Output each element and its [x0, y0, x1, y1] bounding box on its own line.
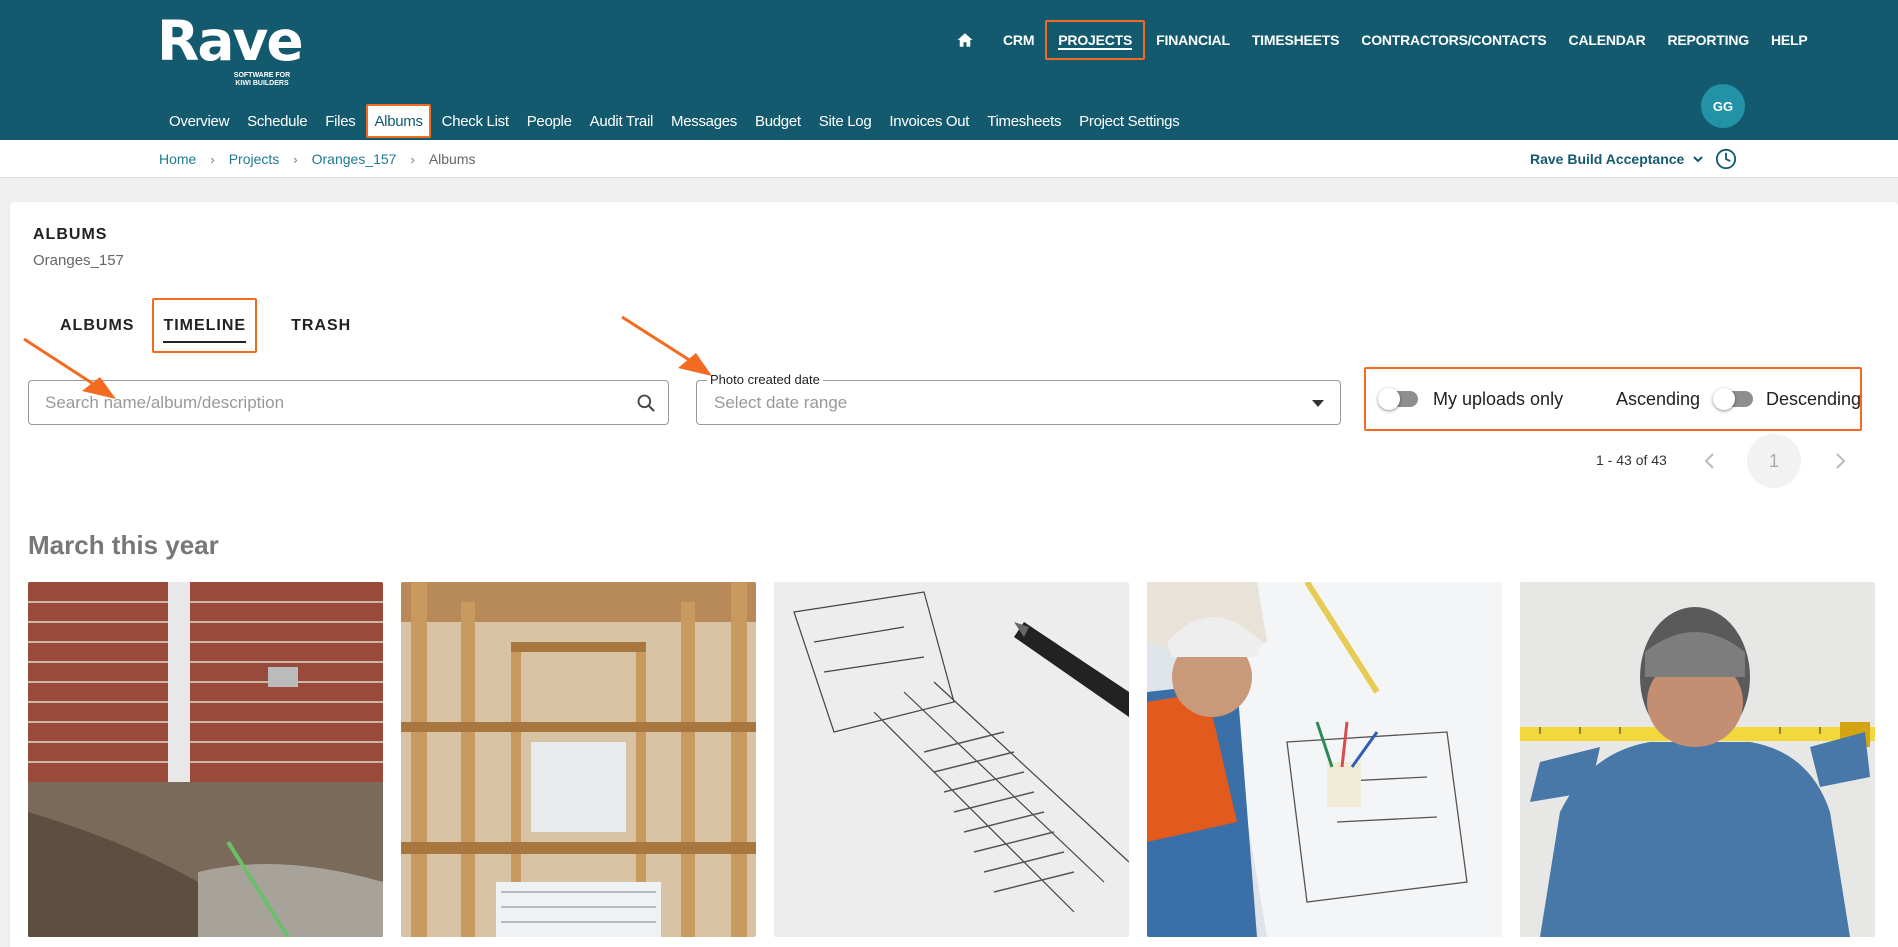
prev-page-icon[interactable]: [1695, 446, 1725, 476]
albums-card: ALBUMS Oranges_157 ALBUMS TIMELINE TRASH…: [10, 202, 1898, 947]
timeline-section-title: March this year: [28, 530, 219, 560]
subnav-invoices-out[interactable]: Invoices Out: [880, 104, 978, 138]
subnav-people[interactable]: People: [518, 104, 581, 138]
toggle-knob: [1378, 388, 1400, 410]
photo-blueprint[interactable]: [774, 582, 1129, 937]
chevron-down-icon: [1693, 156, 1704, 163]
breadcrumb-separator: ›: [410, 151, 415, 167]
breadcrumb-separator: ›: [293, 151, 298, 167]
page-title: ALBUMS: [33, 226, 108, 243]
breadcrumb-project[interactable]: Oranges_157: [312, 151, 397, 167]
photo-brick-wall[interactable]: [28, 582, 383, 937]
breadcrumb: Home › Projects › Oranges_157 › Albums: [159, 140, 476, 178]
next-page-icon[interactable]: [1825, 446, 1855, 476]
toggle-knob: [1713, 388, 1735, 410]
logo-tagline: SOFTWARE FOR KIWI BUILDERS: [233, 72, 291, 87]
photo-tape-measure[interactable]: [1520, 582, 1875, 937]
company-selector-label: Rave Build Acceptance: [1530, 151, 1685, 167]
nav-contractors-contacts[interactable]: CONTRACTORS/CONTACTS: [1350, 20, 1557, 60]
home-icon[interactable]: [950, 20, 980, 60]
descending-label: Descending: [1766, 389, 1862, 409]
my-uploads-label: My uploads only: [1433, 389, 1564, 409]
nav-financial[interactable]: FINANCIAL: [1145, 20, 1241, 60]
nav-calendar[interactable]: CALENDAR: [1558, 20, 1657, 60]
company-selector[interactable]: Rave Build Acceptance: [1530, 140, 1704, 178]
nav-timesheets[interactable]: TIMESHEETS: [1241, 20, 1350, 60]
breadcrumb-current: Albums: [428, 151, 476, 167]
clock-icon[interactable]: [1715, 148, 1737, 170]
subnav-audit-trail[interactable]: Audit Trail: [581, 104, 662, 138]
breadcrumb-separator: ›: [210, 151, 215, 167]
search-box: [28, 380, 669, 425]
tab-timeline[interactable]: TIMELINE: [152, 298, 258, 353]
breadcrumb-bar: Home › Projects › Oranges_157 › Albums R…: [0, 140, 1898, 178]
results-count: 1 - 43 of 43: [1596, 452, 1667, 468]
user-avatar[interactable]: GG: [1701, 84, 1745, 128]
photo-workers-plans[interactable]: [1147, 582, 1502, 937]
logo-wordmark: Rave: [157, 9, 304, 73]
subnav-check-list[interactable]: Check List: [433, 104, 518, 138]
top-header: Rave SOFTWARE FOR KIWI BUILDERS CRM PROJ…: [0, 0, 1898, 140]
subnav-project-settings[interactable]: Project Settings: [1070, 104, 1188, 138]
project-sub-navigation: Overview Schedule Files Albums Check Lis…: [160, 104, 1188, 138]
subnav-messages[interactable]: Messages: [662, 104, 746, 138]
ascending-label: Ascending: [1616, 389, 1701, 409]
page-subtitle: Oranges_157: [33, 252, 124, 269]
date-range-placeholder: Select date range: [714, 393, 848, 412]
rave-logo[interactable]: Rave SOFTWARE FOR KIWI BUILDERS: [157, 9, 304, 87]
nav-projects[interactable]: PROJECTS: [1045, 20, 1146, 60]
tab-trash[interactable]: TRASH: [273, 298, 369, 353]
annotation-arrow-search: [23, 337, 116, 399]
annotation-arrow-date: [621, 315, 712, 376]
search-input[interactable]: [45, 381, 625, 424]
subnav-overview[interactable]: Overview: [160, 104, 238, 138]
date-range-select[interactable]: Photo created date Select date range: [696, 372, 1341, 425]
dropdown-caret-icon: [1312, 400, 1324, 407]
subnav-files[interactable]: Files: [316, 104, 364, 138]
search-icon[interactable]: [636, 393, 656, 413]
photo-timber-framing[interactable]: [401, 582, 756, 937]
nav-help[interactable]: HELP: [1760, 20, 1819, 60]
photo-grid: [28, 582, 1893, 937]
subnav-budget[interactable]: Budget: [746, 104, 810, 138]
breadcrumb-home[interactable]: Home: [159, 151, 196, 167]
subnav-site-log[interactable]: Site Log: [810, 104, 881, 138]
breadcrumb-projects[interactable]: Projects: [229, 151, 280, 167]
my-uploads-toggle[interactable]: [1378, 388, 1418, 410]
sort-order-toggle[interactable]: [1713, 388, 1753, 410]
filter-toggles: My uploads only Ascending Descending: [1364, 367, 1862, 431]
subnav-timesheets[interactable]: Timesheets: [978, 104, 1070, 138]
subnav-schedule[interactable]: Schedule: [238, 104, 316, 138]
main-navigation: CRM PROJECTS FINANCIAL TIMESHEETS CONTRA…: [950, 20, 1818, 60]
nav-crm[interactable]: CRM: [992, 20, 1045, 60]
nav-reporting[interactable]: REPORTING: [1657, 20, 1760, 60]
subnav-albums[interactable]: Albums: [366, 104, 431, 138]
current-page-button[interactable]: 1: [1747, 434, 1801, 488]
